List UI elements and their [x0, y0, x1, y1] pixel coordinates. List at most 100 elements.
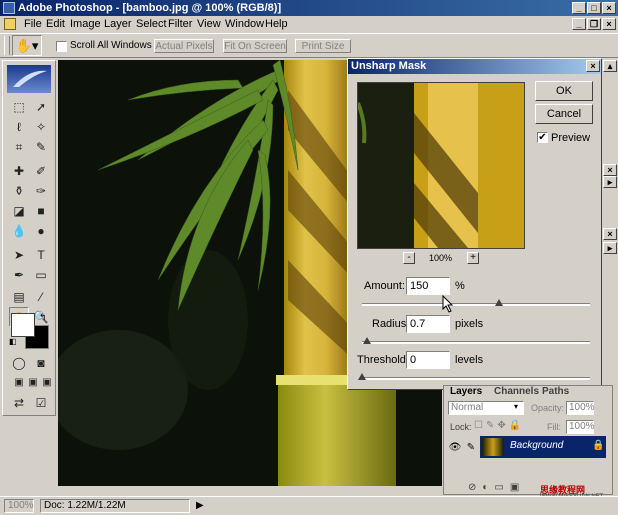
menu-image[interactable]: Image: [70, 16, 101, 32]
preview-image: [358, 83, 524, 248]
tab-layers[interactable]: Layers: [450, 386, 482, 398]
clone-stamp-icon[interactable]: ⚱: [9, 181, 29, 201]
fill-input[interactable]: 100%: [566, 420, 595, 434]
blend-mode-select[interactable]: Normal: [448, 401, 524, 415]
panel-close-2-icon[interactable]: ×: [603, 228, 617, 240]
document-vertical-scrollbar[interactable]: ▴ × ▸ × ▸: [602, 60, 618, 385]
threshold-slider-thumb[interactable]: [358, 373, 366, 380]
minimize-button[interactable]: _: [572, 2, 586, 14]
canvas-horizontal-scrollbar[interactable]: [58, 486, 442, 496]
foreground-color-swatch[interactable]: [11, 313, 35, 337]
filter-preview[interactable]: [357, 82, 525, 249]
screen-mode-full-icon[interactable]: ▣: [37, 373, 57, 393]
healing-brush-icon[interactable]: ✚: [9, 161, 29, 181]
path-selection-icon[interactable]: ➤: [9, 245, 29, 265]
layer-panel-bottom-icons[interactable]: ⊘◐▭▣: [468, 482, 525, 493]
menu-layer[interactable]: Layer: [104, 16, 132, 32]
toolbox: ⬚ ➚ ℓ ✧ ⌗ ✎ ✚ ✐ ⚱ ✑ ◪ ■ 💧 ● ➤ T ✒ ▭ ▤ ⁄ …: [2, 60, 56, 416]
menu-view[interactable]: View: [197, 16, 221, 32]
dodge-tool-icon[interactable]: ●: [31, 221, 51, 241]
panel-menu-icon[interactable]: ▸: [603, 176, 617, 188]
swap-colors-icon[interactable]: ↰: [39, 312, 47, 323]
hand-tool-preset-icon[interactable]: ✋▾: [12, 35, 42, 56]
menu-file[interactable]: File: [24, 16, 42, 32]
actual-pixels-button[interactable]: Actual Pixels: [154, 39, 214, 53]
radius-input[interactable]: 0.7: [406, 315, 450, 333]
menu-select[interactable]: Select: [136, 16, 167, 32]
magic-wand-icon[interactable]: ✧: [31, 117, 51, 137]
status-menu-arrow-icon[interactable]: ▶: [196, 500, 204, 511]
menu-filter[interactable]: Filter: [168, 16, 192, 32]
close-button[interactable]: ×: [602, 2, 616, 14]
preview-zoom-level: 100%: [429, 253, 453, 263]
amount-label: Amount:: [364, 280, 405, 292]
dialog-close-button[interactable]: ×: [586, 60, 600, 72]
document-icon: [4, 18, 16, 30]
amount-unit: %: [455, 280, 465, 292]
tab-channels[interactable]: Channels: [494, 386, 539, 398]
blend-mode-chevron-icon[interactable]: ▾: [514, 402, 518, 411]
marquee-tool-icon[interactable]: ⬚: [9, 97, 29, 117]
lock-icons[interactable]: ☐✎✥🔒: [474, 420, 524, 431]
opacity-label: Opacity:: [531, 403, 565, 413]
threshold-input[interactable]: 0: [406, 351, 450, 369]
shape-tool-icon[interactable]: ▭: [31, 265, 51, 285]
ok-button[interactable]: OK: [535, 81, 593, 101]
tab-paths[interactable]: Paths: [542, 386, 569, 398]
radius-slider-thumb[interactable]: [362, 337, 371, 344]
panel-menu-2-icon[interactable]: ▸: [603, 242, 617, 254]
notes-tool-icon[interactable]: ▤: [9, 287, 29, 307]
amount-slider-track[interactable]: [362, 303, 590, 306]
menu-help[interactable]: Help: [265, 16, 288, 32]
threshold-slider-track[interactable]: [362, 377, 590, 380]
status-bar: 100% Doc: 1.22M/1.22M ▶: [0, 496, 618, 515]
layer-row-background[interactable]: Background 🔒: [480, 436, 606, 458]
brush-tool-icon[interactable]: ✐: [31, 161, 51, 181]
move-tool-icon[interactable]: ➚: [31, 97, 51, 117]
menu-edit[interactable]: Edit: [46, 16, 65, 32]
pen-tool-icon[interactable]: ✒: [9, 265, 29, 285]
crop-tool-icon[interactable]: ⌗: [9, 137, 29, 157]
opacity-input[interactable]: 100%: [566, 401, 595, 415]
radius-slider-track[interactable]: [362, 341, 590, 344]
threshold-unit: levels: [455, 354, 484, 366]
scroll-up-arrow-icon[interactable]: ▴: [603, 60, 617, 72]
preview-checkbox[interactable]: ✔: [537, 132, 548, 143]
doc-minimize-button[interactable]: _: [572, 18, 586, 30]
fit-on-screen-button[interactable]: Fit On Screen: [223, 39, 287, 53]
standard-mode-icon[interactable]: ◯: [9, 353, 29, 373]
eyedropper-icon[interactable]: ⁄: [31, 287, 51, 307]
quick-mask-icon[interactable]: ◙: [31, 353, 51, 373]
status-zoom[interactable]: 100%: [4, 499, 34, 513]
radius-label: Radius:: [372, 318, 410, 330]
zoom-out-button[interactable]: -: [403, 252, 415, 264]
preview-label: Preview: [551, 132, 591, 144]
doc-close-button[interactable]: ×: [602, 18, 616, 30]
zoom-in-button[interactable]: +: [467, 252, 479, 264]
cancel-button[interactable]: Cancel: [535, 104, 593, 124]
slice-tool-icon[interactable]: ✎: [31, 137, 51, 157]
layer-brush-icon[interactable]: ✎: [464, 438, 478, 458]
blur-tool-icon[interactable]: 💧: [9, 221, 29, 241]
panel-close-icon[interactable]: ×: [603, 164, 617, 176]
amount-input[interactable]: 150: [406, 277, 450, 295]
menu-window[interactable]: Window: [225, 16, 264, 32]
maximize-button[interactable]: □: [587, 2, 601, 14]
history-brush-icon[interactable]: ✑: [31, 181, 51, 201]
doc-restore-button[interactable]: ❐: [587, 18, 601, 30]
layer-visibility-eye-icon[interactable]: 👁: [448, 438, 462, 458]
imageready-icon[interactable]: ☑: [31, 393, 51, 413]
default-colors-icon[interactable]: ◧: [9, 337, 17, 346]
amount-slider-thumb[interactable]: [494, 299, 503, 306]
menu-bar: File Edit Image Layer Select Filter View…: [0, 16, 618, 32]
radius-unit: pixels: [455, 318, 484, 330]
type-tool-icon[interactable]: T: [31, 245, 51, 265]
eraser-tool-icon[interactable]: ◪: [9, 201, 29, 221]
print-size-button[interactable]: Print Size: [295, 39, 351, 53]
jump-to-imageready-icon[interactable]: ⇄: [9, 393, 29, 413]
gradient-tool-icon[interactable]: ■: [31, 201, 51, 221]
options-bar: ✋▾ Scroll All Windows Actual Pixels Fit …: [0, 33, 618, 58]
scroll-all-windows-checkbox[interactable]: [56, 41, 67, 52]
fill-label: Fill:: [547, 422, 561, 432]
lasso-tool-icon[interactable]: ℓ: [9, 117, 29, 137]
